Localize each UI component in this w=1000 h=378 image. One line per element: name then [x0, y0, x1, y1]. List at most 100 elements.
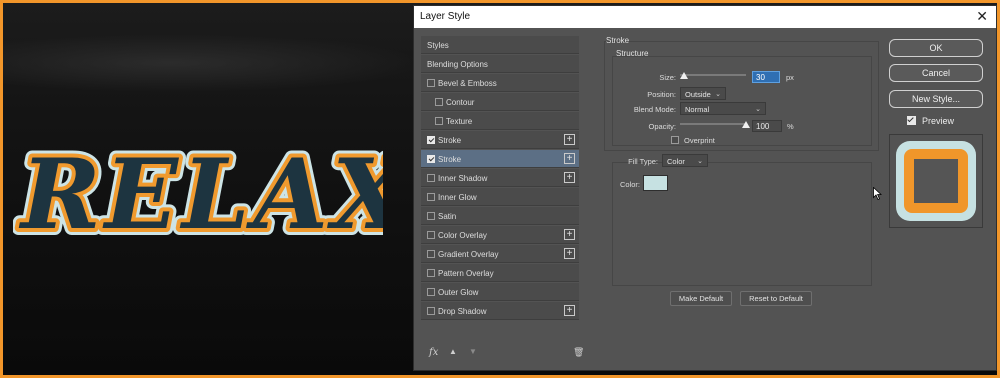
dialog-title: Layer Style	[420, 11, 471, 22]
styles-list-toolbar: fx ▲ ▼ 🗑	[421, 344, 584, 364]
mouse-cursor-icon	[873, 187, 882, 200]
style-item-label: Texture	[446, 117, 473, 126]
style-item-texture[interactable]: Texture	[421, 112, 579, 130]
preview-thumbnail	[896, 141, 976, 221]
reset-to-default-button[interactable]: Reset to Default	[740, 291, 812, 306]
style-checkbox[interactable]	[435, 98, 443, 106]
add-effect-icon[interactable]: +	[564, 305, 575, 316]
style-item-drop-shadow[interactable]: Drop Shadow +	[421, 302, 579, 320]
move-up-icon[interactable]: ▲	[449, 347, 457, 356]
style-item-label: Drop Shadow	[438, 307, 487, 316]
opacity-slider-track[interactable]	[680, 123, 746, 125]
styles-list: Styles Blending Options Bevel & Emboss Cont…	[421, 36, 579, 358]
blend-mode-value: Normal	[685, 105, 710, 114]
style-checkbox[interactable]	[427, 155, 435, 163]
fill-type-value: Color	[667, 157, 685, 166]
style-checkbox[interactable]	[427, 307, 435, 315]
size-unit: px	[786, 73, 794, 82]
style-item-inner-shadow[interactable]: Inner Shadow +	[421, 169, 579, 187]
add-effect-icon[interactable]: +	[564, 153, 575, 164]
style-item-label: Pattern Overlay	[438, 269, 494, 278]
background-haze	[3, 33, 423, 93]
preview-checkbox[interactable]	[907, 116, 916, 125]
style-checkbox[interactable]	[427, 269, 435, 277]
style-checkbox[interactable]	[427, 231, 435, 239]
position-select[interactable]: Outside ⌄	[680, 87, 726, 100]
style-item-stroke[interactable]: Stroke +	[421, 150, 579, 168]
style-item-pattern-overlay[interactable]: Pattern Overlay	[421, 264, 579, 282]
style-checkbox[interactable]	[427, 136, 435, 144]
make-default-button[interactable]: Make Default	[670, 291, 732, 306]
ok-button[interactable]: OK	[889, 39, 983, 57]
style-item-label: Bevel & Emboss	[438, 79, 497, 88]
opacity-unit: %	[787, 122, 794, 131]
relax-artwork: RELAX RELAX RELAX	[13, 133, 383, 253]
style-item-contour[interactable]: Contour	[421, 93, 579, 111]
new-style-button[interactable]: New Style...	[889, 90, 983, 108]
dialog-titlebar: Layer Style ✕	[414, 6, 996, 28]
style-item-inner-glow[interactable]: Inner Glow	[421, 188, 579, 206]
size-label: Size:	[659, 73, 676, 82]
style-checkbox[interactable]	[427, 174, 435, 182]
style-item-label: Styles	[427, 41, 449, 50]
color-label: Color:	[619, 180, 640, 189]
relax-fill: RELAX	[18, 138, 383, 251]
move-down-icon[interactable]: ▼	[469, 347, 477, 356]
close-icon[interactable]: ✕	[976, 8, 988, 24]
style-item-label: Stroke	[438, 155, 462, 164]
style-item-label: Inner Glow	[438, 193, 477, 202]
blend-mode-select[interactable]: Normal ⌄	[680, 102, 766, 115]
add-effect-icon[interactable]: +	[564, 229, 575, 240]
stroke-section-title: Stroke	[606, 36, 630, 45]
stroke-settings-panel: Stroke Structure Size: 30 px Position: O…	[604, 36, 879, 361]
layer-style-dialog: Layer Style ✕ Styles Blending Options Beve…	[413, 5, 997, 371]
style-checkbox[interactable]	[427, 288, 435, 296]
style-item-gradient-overlay[interactable]: Gradient Overlay +	[421, 245, 579, 263]
size-slider-track[interactable]	[680, 74, 746, 76]
overprint-checkbox[interactable]	[671, 136, 679, 144]
add-effect-icon[interactable]: +	[564, 134, 575, 145]
style-item-label: Outer Glow	[438, 288, 479, 297]
style-item-label: Inner Shadow	[438, 174, 488, 183]
style-checkbox[interactable]	[427, 193, 435, 201]
style-item-label: Contour	[446, 98, 475, 107]
style-item-blending-options[interactable]: Blending Options	[421, 55, 579, 73]
size-slider-thumb[interactable]	[679, 72, 688, 79]
style-item-bevel-emboss[interactable]: Bevel & Emboss	[421, 74, 579, 92]
structure-fieldset	[612, 56, 872, 146]
style-checkbox[interactable]	[427, 79, 435, 87]
add-effect-icon[interactable]: +	[564, 248, 575, 259]
style-item-label: Satin	[438, 212, 457, 221]
blend-mode-label: Blend Mode:	[633, 105, 676, 114]
fill-type-label: Fill Type:	[628, 157, 658, 166]
opacity-input[interactable]: 100	[752, 120, 782, 132]
opacity-label: Opacity:	[648, 122, 676, 131]
position-label: Position:	[647, 90, 676, 99]
structure-title: Structure	[616, 49, 649, 58]
style-item-stroke[interactable]: Stroke +	[421, 131, 579, 149]
style-item-outer-glow[interactable]: Outer Glow	[421, 283, 579, 301]
style-item-color-overlay[interactable]: Color Overlay +	[421, 226, 579, 244]
style-checkbox[interactable]	[427, 250, 435, 258]
preview-label: Preview	[922, 116, 955, 126]
style-checkbox[interactable]	[427, 212, 435, 220]
opacity-slider-thumb[interactable]	[742, 121, 750, 128]
style-item-styles[interactable]: Styles	[421, 36, 579, 54]
style-checkbox[interactable]	[435, 117, 443, 125]
style-preview	[889, 134, 983, 228]
style-item-label: Blending Options	[427, 60, 488, 69]
preview-core	[914, 159, 958, 203]
cancel-button[interactable]: Cancel	[889, 64, 983, 82]
style-item-label: Color Overlay	[438, 231, 487, 240]
size-input[interactable]: 30	[752, 71, 780, 83]
stroke-color-swatch[interactable]	[643, 175, 668, 191]
fill-type-select[interactable]: Color ⌄	[662, 154, 708, 167]
chevron-down-icon: ⌄	[697, 158, 703, 165]
trash-icon[interactable]: 🗑	[573, 347, 584, 358]
style-item-satin[interactable]: Satin	[421, 207, 579, 225]
fx-icon[interactable]: fx	[429, 347, 438, 358]
position-value: Outside	[685, 90, 711, 99]
add-effect-icon[interactable]: +	[564, 172, 575, 183]
chevron-down-icon: ⌄	[755, 106, 761, 113]
chevron-down-icon: ⌄	[715, 91, 721, 98]
